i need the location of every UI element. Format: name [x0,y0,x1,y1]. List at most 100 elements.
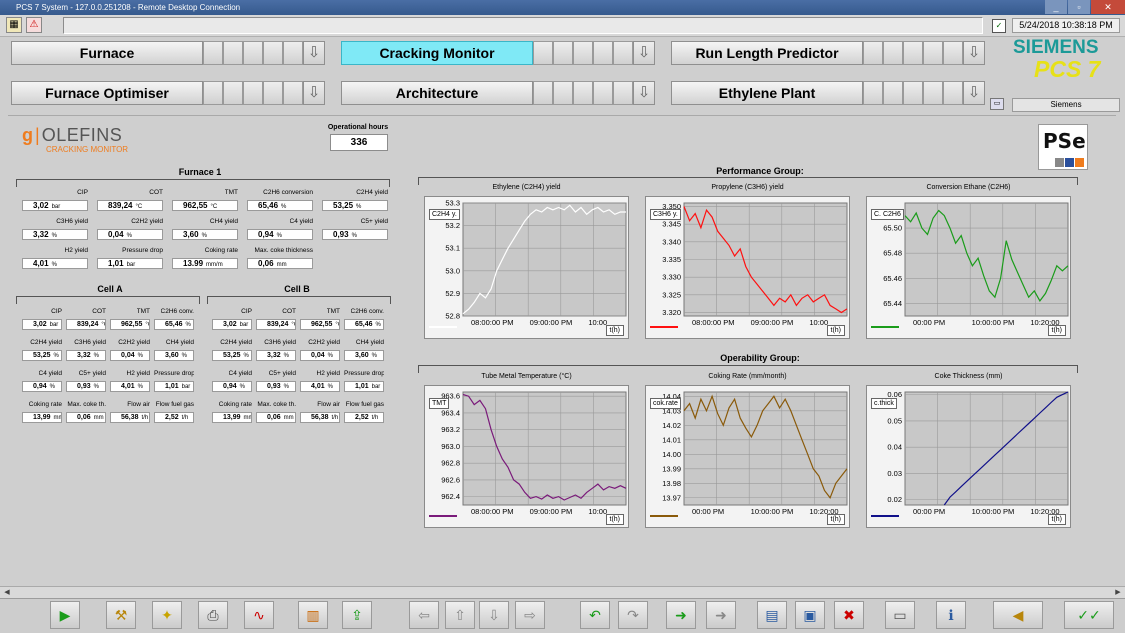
chart-title: Coking Rate (mm/month) [708,373,787,380]
operability-group-frame [418,365,1078,373]
nav-down-arrow-icon[interactable]: ⇩ [963,81,985,105]
kpi-value-box: 4,01% [110,381,150,392]
alarm-icon[interactable]: ⚠ [26,17,42,33]
scroll-left-icon[interactable]: ◀ [2,588,12,598]
cell-b-frame [207,296,391,304]
back-button[interactable]: ➜ [706,601,736,629]
kpi-value: 0,94 [223,383,237,390]
maximize-button[interactable]: ▫ [1068,0,1090,14]
trend-chart[interactable]: 0.06 0.05 0.04 0.03 0.02 00:00 PM 10:00:00 PM 1… [866,385,1071,528]
time-axis-label: t(h) [1047,325,1066,336]
x-tick-label: 10:00 [588,507,607,516]
trend-chart[interactable]: 65.50 65.48 65.46 65.44 00:00 PM 10:00:00 PM 1… [866,196,1071,339]
nav-furnace-button[interactable]: Furnace [11,41,203,65]
arrow-right-button[interactable]: ⇨ [515,601,545,629]
kpi-value-box: 56,38 t/h [110,412,150,423]
x-tick-label: 10:00:00 PM [972,507,1015,516]
trend-button[interactable]: ∿ [244,601,274,629]
kpi-value-box: 65,46% [247,200,313,211]
trend-chart[interactable]: 14.04 14.03 14.02 14.01 14.00 13.99 13.98 13.97… [645,385,850,528]
x-tick-label: 10:00 [809,318,828,327]
nav-down-arrow-icon[interactable]: ⇩ [963,41,985,65]
kpi-label: C5+ yield [268,370,296,377]
kpi-value-box: 0,06 mm [256,412,296,423]
start-button[interactable]: ▶ [50,601,80,629]
horn-icon: ◀ [1012,607,1024,623]
nav-down-arrow-icon[interactable]: ⇩ [633,41,655,65]
kpi-field: Pressure drop 1,01 bar [154,370,194,392]
nav-down-arrow-icon[interactable]: ⇩ [303,81,325,105]
close-button[interactable]: ✕ [1091,0,1125,14]
minimize-button[interactable]: _ [1045,0,1067,14]
undo-button[interactable]: ↶ [580,601,610,629]
calendar-icon[interactable]: ✓ [992,19,1006,33]
kpi-field: Max. coke thickness 0,06 mm [247,247,313,269]
nav-down-arrow-icon[interactable]: ⇩ [633,81,655,105]
kpi-unit: bar [49,322,59,328]
kpi-label: COT [92,308,106,315]
redo-button[interactable]: ↷ [618,601,648,629]
plot-area [904,202,1069,317]
kpi-label: Coking rate [28,401,62,408]
kpi-value-box: 3,60% [154,350,194,361]
nav-run-length-predictor-button[interactable]: Run Length Predictor [671,41,863,65]
kpi-label: CH4 yield [165,339,194,346]
x-tick-label: 08:00:00 PM [692,318,735,327]
kpi-label: Flow fuel gas [345,401,384,408]
kpi-value: 0,06 [77,414,91,421]
trend-chart[interactable]: 3.350 3.345 3.340 3.335 3.330 3.325 3.320 08:00… [645,196,850,339]
arrow-down-button[interactable]: ⇩ [479,601,509,629]
operational-hours-value: 336 [330,134,388,151]
kpi-unit: mm [283,415,294,421]
open-button[interactable]: ▤ [757,601,787,629]
kpi-unit: bar [126,262,136,268]
acknowledge-button[interactable]: ✓✓ [1064,601,1114,629]
scroll-right-icon[interactable]: ▶ [1113,588,1123,598]
horizontal-scrollbar[interactable]: ◀ ▶ [0,586,1125,598]
overview-icon[interactable]: ▦ [6,17,22,33]
chart-svg: 0.060.050.040.030.0200:00 PM 10:00:00 PM 1… [887,390,1069,516]
kpi-label: CIP [77,189,88,196]
print-button[interactable]: ⎙ [198,601,228,629]
nav-ethylene-plant-button[interactable]: Ethylene Plant [671,81,863,105]
nav-cracking-monitor-button[interactable]: Cracking Monitor [341,41,533,65]
arrow-left-button[interactable]: ⇦ [409,601,439,629]
arrow-up-button[interactable]: ⇧ [445,601,475,629]
kpi-label: C2H4 yield [356,189,388,196]
nav-furnace-optimiser-group: Furnace Optimiser ⇩ [11,81,325,105]
horn-button[interactable]: ◀ [993,601,1043,629]
kpi-label: CH4 yield [209,218,238,225]
kpi-unit: % [239,384,245,390]
delete-button[interactable]: ✖ [834,601,864,629]
forward-button[interactable]: ➜ [666,601,696,629]
export-button[interactable]: ⇪ [342,601,372,629]
save-button[interactable]: ▣ [795,601,825,629]
kpi-value-box: 1,01 bar [154,381,194,392]
kpi-unit: mm/m [243,415,251,421]
trend-chart[interactable]: 53.3 53.2 53.1 53.0 52.9 52.8 08:00:00 PM 09:00… [424,196,629,339]
nav-furnace-optimiser-button[interactable]: Furnace Optimiser [11,81,203,105]
y-tick-label: 65.48 [883,249,902,258]
monitor-icon[interactable]: ▭ [990,98,1004,110]
cell-a-frame [16,296,200,304]
cell-b-title: Cell B [284,284,310,294]
nav-run-length-group: Run Length Predictor ⇩ [671,41,985,65]
level-button[interactable]: ▥ [298,601,328,629]
kpi-unit: mm/m [206,262,223,268]
kpi-label: Pressure drop [344,370,384,377]
trend-chart[interactable]: 963.6 963.4 963.2 963.0 962.8 962.6 962.4 08:00… [424,385,629,528]
y-tick-label: 65.44 [883,299,902,308]
nav-down-arrow-icon[interactable]: ⇩ [303,41,325,65]
info-button[interactable]: ℹ [936,601,966,629]
monitor-button[interactable]: ▭ [885,601,915,629]
new-folder-button[interactable]: ✦ [152,601,182,629]
kpi-label: C2H2 yield [118,339,150,346]
y-tick-label: 65.50 [883,224,902,233]
kpi-label: CH4 yield [355,339,384,346]
tools-button[interactable]: ⚒ [106,601,136,629]
kpi-label: CIP [241,308,252,315]
x-tick-label: 00:00 PM [913,318,945,327]
kpi-unit: °C [335,322,339,328]
alarm-line[interactable] [63,17,983,34]
nav-architecture-button[interactable]: Architecture [341,81,533,105]
